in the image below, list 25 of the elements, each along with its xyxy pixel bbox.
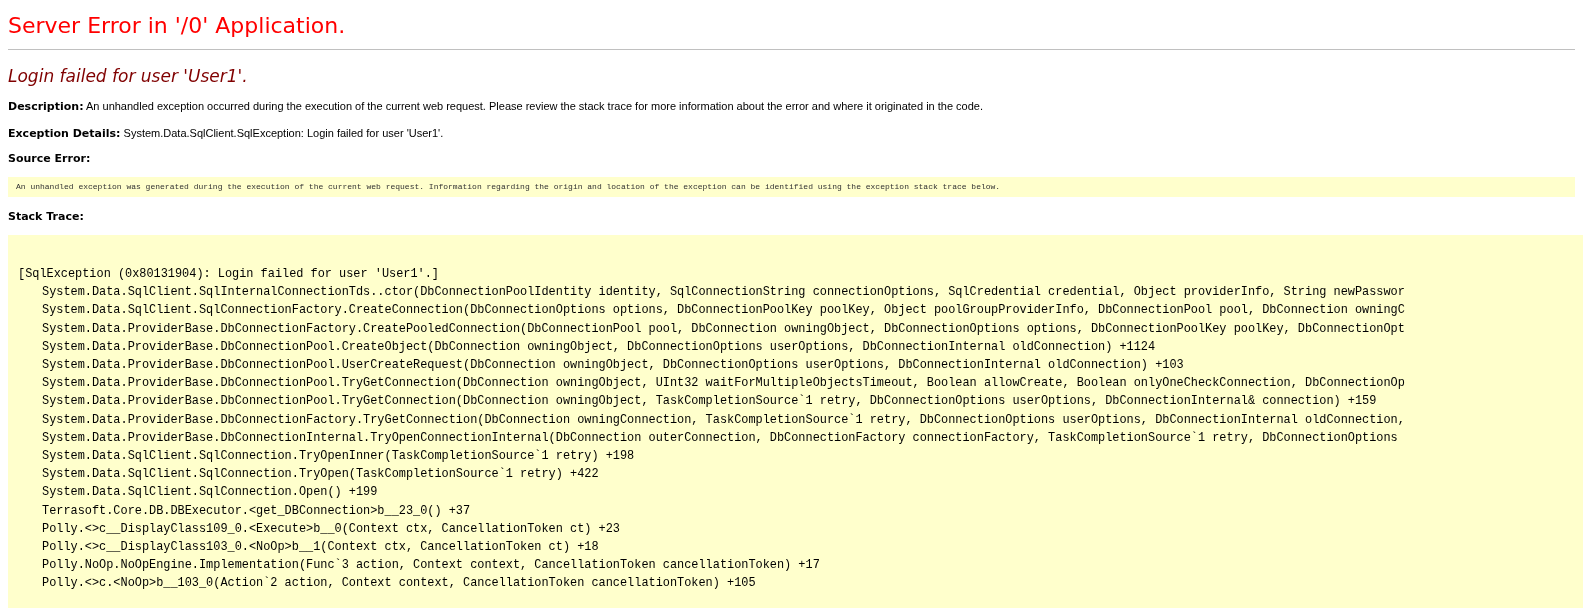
stack-frame: System.Data.SqlClient.SqlConnection.Open() +199 — [18, 483, 378, 502]
stack-frame: Terrasoft.Core.DB.DBExecutor.<get_DBConnection>b__23_0() +37 — [18, 501, 471, 520]
stack-frame: System.Data.ProviderBase.DbConnectionFactory.TryGetConnection(DbConnection owningConnection, TaskCompletionSource`1 retry, DbConnectionOptions userOptions, DbConnectionInternal oldConnection, — [18, 410, 1405, 429]
stack-frame: System.Data.SqlClient.SqlConnectionFactory.CreateConnection(DbConnectionOptions options, DbConnectionPoolKey poolKey, Object poolGroupProviderInfo, DbConnectionPool pool, DbConnection owningC — [18, 301, 1405, 320]
paragraph-text: Description: An unhandled exception occurred during the execution of the current web request. Please review the stack trace for more information about the error and where it originated in the code. — [8, 99, 985, 115]
stack-frame: Polly.NoOp.NoOpEngine.Implementation(Func`3 action, Context context, CancellationToken cancellationToken) +17 — [18, 556, 820, 575]
paragraph-text: Exception Details: System.Data.SqlClient.SqlException: Login failed for user 'User1'. — [8, 125, 445, 142]
stack-frame: System.Data.ProviderBase.DbConnectionPool.CreateObject(DbConnection owningObject, DbConnectionOptions userOptions, DbConnectionInternal oldConnection) +1124 — [18, 337, 1156, 356]
stack-frame: System.Data.SqlClient.SqlInternalConnectionTds..ctor(DbConnectionPoolIdentity identity, SqlConnectionString connectionOptions, SqlCredential credential, Object providerInfo, String newPasswor — [18, 283, 1405, 302]
stack-frame: System.Data.ProviderBase.DbConnectionPool.UserCreateRequest(DbConnection owningObject, DbConnectionOptions userOptions, DbConnectionInternal oldConnection) +103 — [18, 356, 1184, 375]
section-label: Stack Trace: — [8, 208, 85, 225]
page-title: Server Error in '/0' Application. — [8, 12, 347, 40]
section-label: Source Error: — [8, 151, 92, 167]
stack-frame: System.Data.ProviderBase.DbConnectionPool.TryGetConnection(DbConnection owningObject, UInt32 waitForMultipleObjectsTimeout, Boolean allowCreate, Boolean onlyOneCheckConnection, DbConnectionOp — [18, 374, 1405, 393]
exception-line: [SqlException (0x80131904): Login failed for user 'User1'.] — [18, 266, 439, 283]
stack-frame: System.Data.SqlClient.SqlConnection.TryOpen(TaskCompletionSource`1 retry) +422 — [18, 465, 599, 484]
stack-frame: Polly.<>c__DisplayClass103_0.<NoOp>b__1(Context ctx, CancellationToken ct) +18 — [18, 538, 599, 557]
stack-frame: System.Data.ProviderBase.DbConnectionInternal.TryOpenConnectionInternal(DbConnection outerConnection, DbConnectionFactory connectionFactory, TaskCompletionSource`1 retry, DbConnectionOptions — [18, 428, 1398, 448]
stack-frame: Polly.<>c.<NoOp>b__103_0(Action`2 action, Context context, CancellationToken cancellationToken) +105 — [18, 574, 756, 593]
stack-frame: System.Data.SqlClient.SqlConnection.TryOpenInner(TaskCompletionSource`1 retry) +198 — [18, 447, 635, 466]
stack-frame: System.Data.ProviderBase.DbConnectionPool.TryGetConnection(DbConnection owningObject, TaskCompletionSource`1 retry, DbConnectionOptions userOptions, DbConnectionInternal& connection) +159 — [18, 392, 1377, 411]
stack-frame: System.Data.ProviderBase.DbConnectionFactory.CreatePooledConnection(DbConnectionPool pool, DbConnection owningObject, DbConnectionOptions options, DbConnectionPoolKey poolKey, DbConnectionOpt — [18, 319, 1405, 338]
source-error-box: An unhandled exception was generated during the execution of the current web request. Information regarding the origin and location of the exception can be identified using the exception stack trace below. — [8, 176, 1575, 197]
stack-frame: Polly.<>c__DisplayClass109_0.<Execute>b__0(Context ctx, CancellationToken ct) +23 — [18, 519, 620, 539]
error-heading: Login failed for user 'User1'. — [8, 65, 249, 88]
